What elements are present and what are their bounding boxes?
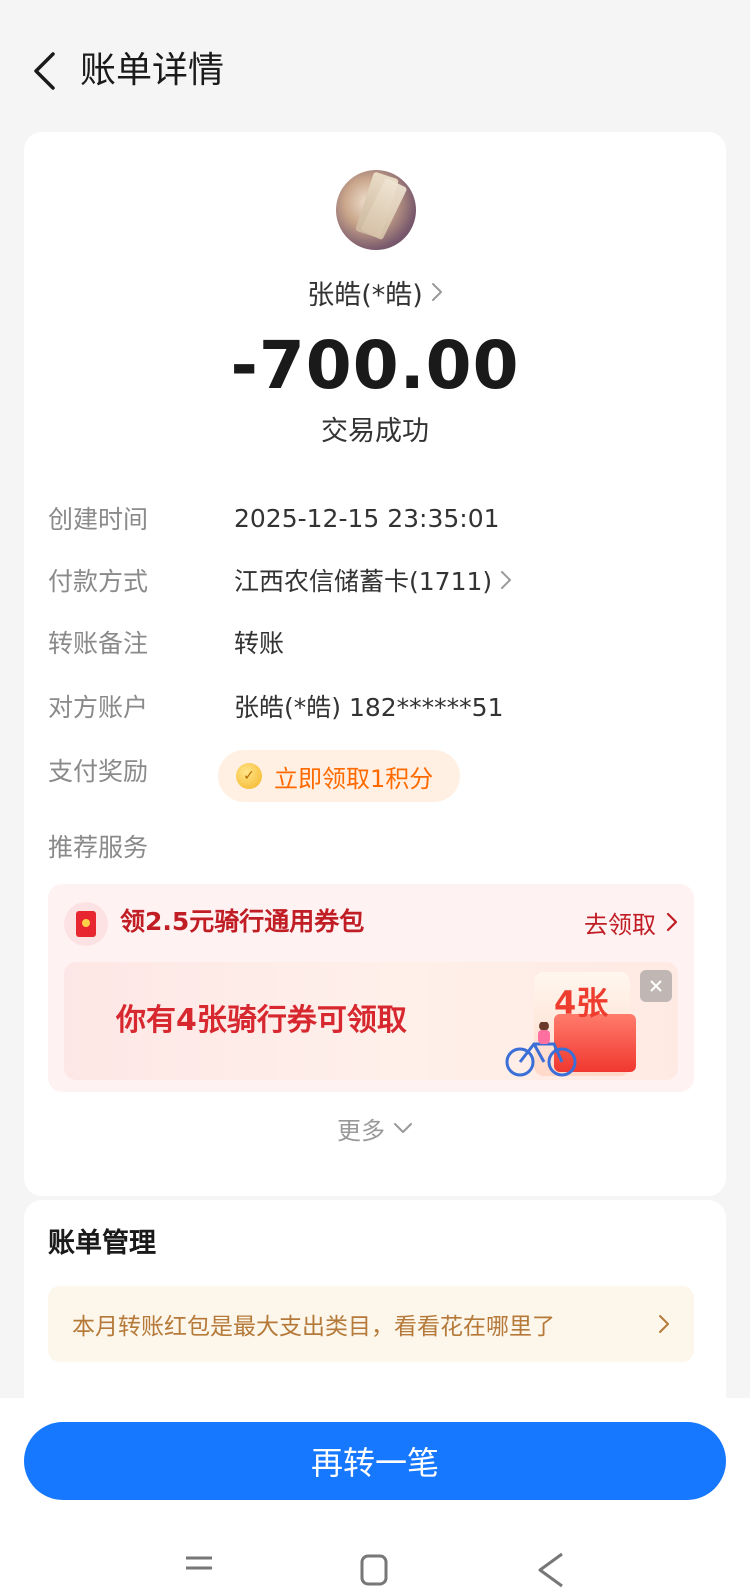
claim-coupon-label: 去领取 [584,910,656,939]
coin-icon: ✓ [236,763,262,789]
detail-value: 2025-12-15 23:35:01 [234,503,500,533]
page-title: 账单详情 [80,50,225,91]
detail-label: 对方账户 [48,693,149,722]
payee-name: 张皓(*皓) [307,279,423,311]
bottom-action-bar: 再转一笔 [0,1398,750,1588]
detail-row-counterparty: 对方账户 张皓(*皓) 182******51 [48,686,708,726]
detail-label: 推荐服务 [48,833,149,862]
chevron-right-icon [666,912,678,932]
detail-value: 转账 [234,629,285,658]
detail-value: 张皓(*皓) 182******51 [234,693,504,722]
ticket-count: 4张 [554,984,609,1022]
spending-insight-link[interactable]: 本月转账红包是最大支出类目，看看花在哪里了 [48,1286,694,1362]
claim-points-label: 立即领取1积分 [274,764,434,793]
promo-card: 领2.5元骑行通用券包 去领取 你有4张骑行券可领取 4张 [48,884,694,1092]
red-packet-icon [64,902,108,946]
transaction-card: 张皓(*皓) -700.00 交易成功 创建时间 2025-12-15 23:3… [24,132,726,1196]
claim-points-button[interactable]: ✓ 立即领取1积分 [218,750,460,802]
menu-icon[interactable] [186,1556,212,1570]
detail-value: 江西农信储蓄卡(1711) [234,562,512,598]
detail-label: 转账备注 [48,629,149,658]
detail-row-payment-method[interactable]: 付款方式 江西农信储蓄卡(1711) [48,560,708,600]
avatar[interactable] [336,170,416,250]
coupon-banner[interactable]: 你有4张骑行券可领取 4张 [64,962,678,1080]
top-bar: 账单详情 [0,40,750,102]
banner-text: 你有4张骑行券可领取 [116,1003,407,1038]
cyclist-icon [505,1022,577,1077]
chevron-down-icon [394,1123,412,1133]
payment-method-value: 江西农信储蓄卡(1711) [234,567,493,596]
transaction-amount: -700.00 [230,327,520,404]
detail-label: 支付奖励 [48,757,149,786]
promo-title: 领2.5元骑行通用券包 [120,907,365,936]
bill-management-card: 账单管理 本月转账红包是最大支出类目，看看花在哪里了 [24,1200,726,1430]
bill-detail-page: 账单详情 张皓(*皓) -700.00 交易成功 创建时间 2025-12-15… [0,0,750,1588]
close-banner-button[interactable] [640,970,672,1002]
chevron-right-icon [501,571,512,589]
back-button[interactable] [24,48,64,94]
chevron-right-icon [659,1315,669,1333]
chevron-right-icon [431,283,442,301]
section-title: 账单管理 [48,1228,156,1259]
home-icon[interactable] [360,1554,388,1586]
more-button[interactable]: 更多 [24,1108,726,1148]
detail-row-recommended: 推荐服务 [48,826,708,866]
detail-label: 付款方式 [48,567,149,596]
detail-row-transfer-note: 转账备注 转账 [48,622,708,662]
more-label: 更多 [337,1116,385,1145]
payee-link[interactable]: 张皓(*皓) [24,272,726,312]
transaction-status: 交易成功 [321,416,429,447]
close-icon [650,980,662,992]
transfer-again-button[interactable]: 再转一笔 [24,1422,726,1500]
claim-coupon-button[interactable]: 去领取 [584,900,678,944]
chevron-left-icon [34,52,55,90]
system-navigation-bar [186,1552,563,1588]
detail-row-created-time: 创建时间 2025-12-15 23:35:01 [48,498,708,538]
insight-text: 本月转账红包是最大支出类目，看看花在哪里了 [72,1314,555,1340]
detail-label: 创建时间 [48,505,149,534]
back-triangle-icon[interactable] [538,1552,563,1588]
